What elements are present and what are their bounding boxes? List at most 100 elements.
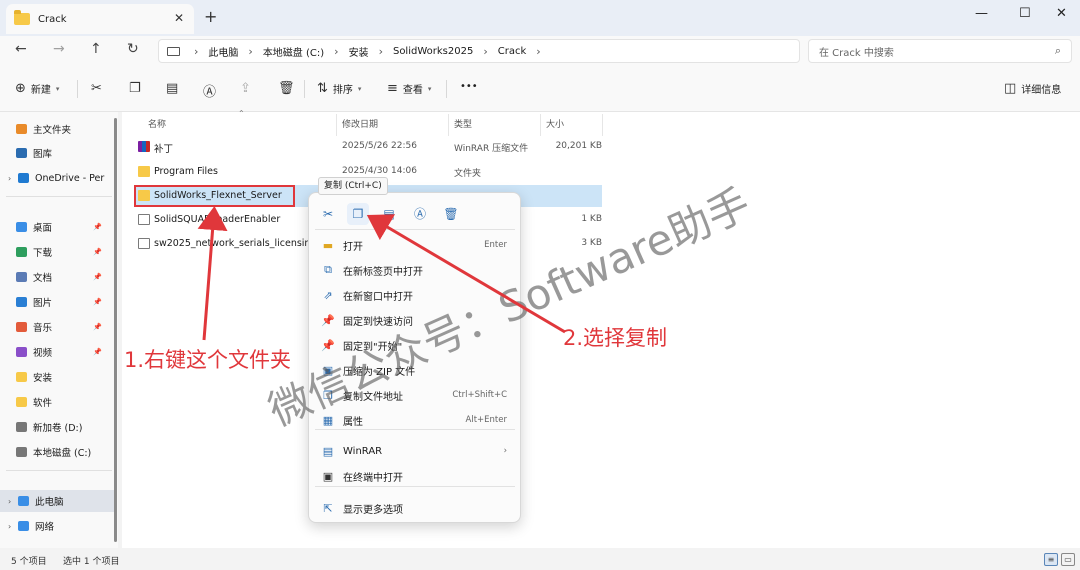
sidebar-item-11[interactable]: 新加卷 (D:) xyxy=(0,416,114,438)
sidebar-item-label: 图库 xyxy=(33,149,53,160)
chevron-down-icon: ▾ xyxy=(55,84,60,93)
sidebar-item-label: 此电脑 xyxy=(35,497,64,508)
sidebar-item-2[interactable]: › OneDrive - Per xyxy=(0,167,114,189)
trash-icon: 🗑 xyxy=(278,81,295,96)
breadcrumb-local-disk[interactable]: 本地磁盘 (C:) xyxy=(263,44,324,59)
sidebar-item-label: 安装 xyxy=(33,373,53,384)
pin-icon: 📌 xyxy=(93,248,102,256)
home-icon xyxy=(16,124,27,134)
back-button[interactable]: ← xyxy=(15,41,27,57)
maximize-button[interactable]: ☐ xyxy=(1019,6,1031,21)
selection-highlight-box xyxy=(134,185,295,207)
paste-button[interactable]: ▤ xyxy=(166,81,183,96)
search-placeholder: 在 Crack 中搜索 xyxy=(819,47,894,59)
menu-item-label: 打开 xyxy=(343,241,363,253)
terminal-icon: ▣ xyxy=(322,469,334,483)
copy-button[interactable]: ❐ xyxy=(129,81,146,96)
menu-item-label: 在新标签页中打开 xyxy=(343,266,423,278)
sidebar-item-label: 新加卷 (D:) xyxy=(33,423,83,434)
sidebar-item-6[interactable]: 图片 📌 xyxy=(0,291,114,313)
cut-icon[interactable]: ✂ xyxy=(317,203,339,225)
sidebar-item-4[interactable]: 下载 📌 xyxy=(0,241,114,263)
more-button[interactable]: ••• xyxy=(460,81,478,92)
sidebar-item-label: 软件 xyxy=(33,398,53,409)
file-date: 2025/4/30 14:06 xyxy=(342,166,417,176)
chevron-right-icon[interactable]: › xyxy=(8,174,18,183)
file-row[interactable]: 补丁 2025/5/26 22:56 WinRAR 压缩文件 20,201 KB xyxy=(134,136,602,158)
file-size: 20,201 KB xyxy=(555,141,602,151)
close-window-button[interactable]: ✕ xyxy=(1056,6,1067,21)
menu-item-1[interactable]: ⧉ 在新标签页中打开 xyxy=(315,258,515,282)
sort-button[interactable]: ⇅ 排序 ▾ xyxy=(317,81,361,96)
tab-crack[interactable]: Crack ✕ xyxy=(6,4,194,34)
rename-button[interactable]: Ⓐ xyxy=(203,81,221,100)
clipboard-icon: ▤ xyxy=(166,81,179,96)
column-header-type[interactable]: 类型 xyxy=(454,117,472,130)
paste-icon[interactable]: ▤ xyxy=(378,203,400,225)
breadcrumb-solidworks2025[interactable]: SolidWorks2025 xyxy=(393,46,473,57)
sidebar-item-1[interactable]: 图库 xyxy=(0,142,114,164)
file-size: 1 KB xyxy=(581,214,602,224)
folder-icon xyxy=(14,10,30,25)
tab-title: Crack xyxy=(38,13,67,25)
chevron-right-icon[interactable]: › xyxy=(8,497,18,506)
sidebar-item-8[interactable]: 视频 📌 xyxy=(0,341,114,363)
cut-button[interactable]: ✂ xyxy=(91,81,107,96)
view-button[interactable]: ≡ 查看 ▾ xyxy=(387,81,431,96)
column-header-date[interactable]: 修改日期 xyxy=(342,117,378,130)
search-icon: ⌕ xyxy=(1054,44,1061,57)
chevron-right-icon[interactable]: › xyxy=(8,522,18,531)
breadcrumb-separator: › xyxy=(334,44,339,58)
menu-item-label: 显示更多选项 xyxy=(343,504,403,516)
copy-icon[interactable]: ❐ xyxy=(347,203,369,225)
address-bar[interactable]: › 此电脑 › 本地磁盘 (C:) › 安装 › SolidWorks2025 … xyxy=(158,39,800,63)
share-button[interactable]: ⇪ xyxy=(240,81,256,96)
sidebar-item-0[interactable]: 主文件夹 xyxy=(0,118,114,140)
menu-item-10[interactable]: ⇱ 显示更多选项 xyxy=(315,496,515,520)
breadcrumb-separator: › xyxy=(248,44,253,58)
breadcrumb-separator: › xyxy=(194,44,199,58)
menu-divider xyxy=(315,486,515,487)
annotation-step1: 1.右键这个文件夹 xyxy=(124,348,292,372)
sidebar-item-14[interactable]: › 网络 xyxy=(0,515,114,537)
breadcrumb-this-pc[interactable]: 此电脑 xyxy=(208,44,238,59)
breadcrumb-crack[interactable]: Crack xyxy=(498,46,527,57)
sidebar-item-9[interactable]: 安装 xyxy=(0,366,114,388)
rename-icon[interactable]: Ⓐ xyxy=(409,203,431,225)
sidebar-item-7[interactable]: 音乐 📌 xyxy=(0,316,114,338)
delete-button[interactable]: 🗑 xyxy=(278,81,300,96)
menu-item-0[interactable]: ▬ 打开 Enter xyxy=(315,233,515,257)
new-tab-button[interactable]: + xyxy=(204,9,217,25)
sidebar-scrollbar[interactable] xyxy=(114,118,117,542)
tiles-view-button[interactable]: ▭ xyxy=(1061,553,1075,566)
sidebar-item-10[interactable]: 软件 xyxy=(0,391,114,413)
column-header-name[interactable]: 名称 xyxy=(148,117,166,130)
delete-icon[interactable]: 🗑 xyxy=(440,203,462,225)
minimize-button[interactable]: — xyxy=(975,6,988,21)
close-tab-icon[interactable]: ✕ xyxy=(174,11,184,25)
refresh-button[interactable]: ↻ xyxy=(127,41,139,57)
forward-button[interactable]: → xyxy=(53,41,65,57)
sidebar-item-13[interactable]: › 此电脑 xyxy=(0,490,114,512)
sidebar-item-3[interactable]: 桌面 📌 xyxy=(0,216,114,238)
desktop-icon xyxy=(16,222,27,232)
menu-item-9[interactable]: ▣ 在终端中打开 xyxy=(315,464,515,488)
sidebar-divider xyxy=(6,196,112,197)
new-button[interactable]: ⊕ 新建 ▾ xyxy=(15,81,59,96)
menu-item-shortcut: › xyxy=(503,446,507,456)
up-button[interactable]: ↑ xyxy=(90,41,102,57)
new-tab-icon: ⧉ xyxy=(324,263,332,276)
menu-item-8[interactable]: ▤ WinRAR › xyxy=(315,439,515,463)
column-header-size[interactable]: 大小 xyxy=(546,117,564,130)
status-bar: 5 个项目 选中 1 个项目 ≡ ▭ xyxy=(0,548,1080,570)
breadcrumb-install[interactable]: 安装 xyxy=(349,44,369,59)
sidebar-item-5[interactable]: 文档 📌 xyxy=(0,266,114,288)
chevron-down-icon: ▾ xyxy=(427,84,432,93)
sidebar-item-label: 网络 xyxy=(35,522,55,533)
details-button[interactable]: ◫ 详细信息 xyxy=(1004,81,1061,96)
more-icon: ••• xyxy=(460,81,478,92)
file-name: sw2025_network_serials_licensing xyxy=(154,238,317,249)
details-view-button[interactable]: ≡ xyxy=(1044,553,1058,566)
sidebar-item-12[interactable]: 本地磁盘 (C:) xyxy=(0,441,114,463)
search-input[interactable]: 在 Crack 中搜索 ⌕ xyxy=(808,39,1072,63)
